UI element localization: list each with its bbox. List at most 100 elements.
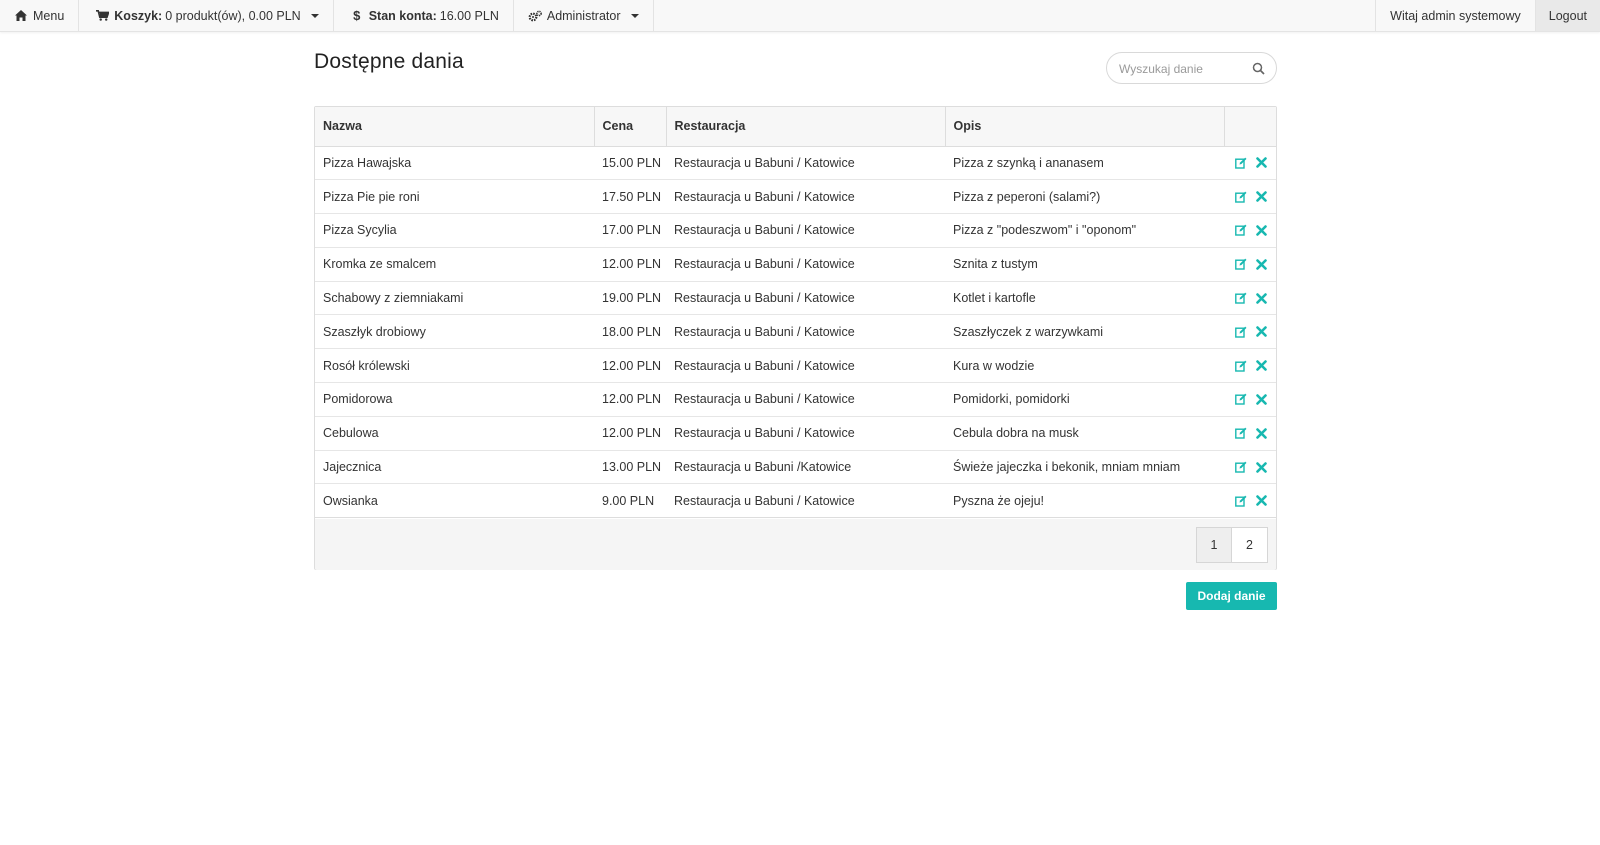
- navbar-right: Witaj admin systemowy Logout: [1375, 0, 1600, 31]
- cell-price: 17.00 PLN: [594, 213, 666, 248]
- cart-dropdown[interactable]: Koszyk: 0 produkt(ów), 0.00 PLN: [79, 0, 334, 31]
- welcome-text: Witaj admin systemowy: [1375, 0, 1535, 31]
- cell-actions: [1224, 281, 1276, 316]
- edit-icon[interactable]: [1234, 224, 1247, 237]
- add-dish-button[interactable]: Dodaj danie: [1186, 582, 1277, 610]
- row-actions: [1232, 156, 1268, 169]
- cell-name: Pizza Sycylia: [315, 213, 594, 248]
- column-header-name[interactable]: Nazwa: [315, 107, 595, 147]
- admin-dropdown[interactable]: Administrator: [514, 0, 654, 31]
- cell-restaurant: Restauracja u Babuni / Katowice: [666, 416, 945, 451]
- cell-actions: [1224, 348, 1276, 384]
- edit-icon[interactable]: [1234, 325, 1247, 338]
- top-navbar: Menu Koszyk: 0 produkt(ów), 0.00 PLN $ S…: [0, 0, 1600, 32]
- cell-description: Pizza z szynką i ananasem: [945, 146, 1224, 181]
- column-header-description[interactable]: Opis: [945, 107, 1225, 147]
- cell-restaurant: Restauracja u Babuni / Katowice: [666, 314, 945, 350]
- edit-icon[interactable]: [1234, 190, 1247, 203]
- cell-description: Pomidorki, pomidorki: [945, 382, 1224, 417]
- cell-description: Szaszłyczek z warzywkami: [945, 314, 1224, 350]
- cart-label: Koszyk:: [114, 8, 163, 23]
- delete-icon[interactable]: [1255, 325, 1268, 338]
- edit-icon[interactable]: [1234, 359, 1247, 372]
- search-box[interactable]: [1106, 52, 1277, 84]
- table-row[interactable]: Cebulowa 12.00 PLN Restauracja u Babuni / …: [315, 416, 1276, 451]
- row-actions: [1232, 359, 1268, 372]
- balance-item[interactable]: $ Stan konta: 16.00 PLN: [334, 0, 514, 31]
- edit-icon[interactable]: [1234, 292, 1247, 305]
- table-row[interactable]: Kromka ze smalcem 12.00 PLN Restauracja u …: [315, 247, 1276, 282]
- search-input[interactable]: [1119, 59, 1249, 79]
- column-header-restaurant[interactable]: Restauracja: [666, 107, 946, 147]
- cell-restaurant: Restauracja u Babuni / Katowice: [666, 146, 945, 181]
- column-header-actions: [1224, 107, 1276, 147]
- cell-price: 12.00 PLN: [594, 348, 666, 384]
- cell-restaurant: Restauracja u Babuni / Katowice: [666, 179, 945, 215]
- cell-name: Pizza Pie pie roni: [315, 179, 594, 215]
- cell-restaurant: Restauracja u Babuni / Katowice: [666, 213, 945, 248]
- edit-icon[interactable]: [1234, 156, 1247, 169]
- dishes-panel: Nazwa Cena Restauracja Opis Pizza Hawajs…: [314, 106, 1277, 570]
- menu-label: Menu: [33, 8, 65, 23]
- home-icon: [14, 9, 28, 23]
- cell-price: 18.00 PLN: [594, 314, 666, 350]
- page-title: Dostępne dania: [314, 50, 464, 73]
- cell-actions: [1224, 146, 1276, 181]
- welcome-label: Witaj admin systemowy: [1390, 8, 1521, 23]
- edit-icon[interactable]: [1234, 427, 1247, 440]
- menu-link[interactable]: Menu: [0, 0, 80, 31]
- row-actions: [1232, 325, 1268, 338]
- cell-name: Schabowy z ziemniakami: [315, 281, 594, 316]
- cell-restaurant: Restauracja u Babuni / Katowice: [666, 382, 945, 417]
- chevron-down-icon: [310, 13, 319, 18]
- column-header-price[interactable]: Cena: [594, 107, 667, 147]
- cell-price: 12.00 PLN: [594, 247, 666, 282]
- delete-icon[interactable]: [1255, 461, 1268, 474]
- cell-name: Jajecznica: [315, 450, 594, 485]
- delete-icon[interactable]: [1255, 190, 1268, 203]
- chevron-down-icon: [630, 13, 639, 18]
- cell-name: Szaszłyk drobiowy: [315, 314, 594, 350]
- delete-icon[interactable]: [1255, 156, 1268, 169]
- edit-icon[interactable]: [1234, 258, 1247, 271]
- dollar-icon: $: [353, 8, 361, 23]
- search-icon[interactable]: [1252, 62, 1266, 76]
- cell-price: 19.00 PLN: [594, 281, 666, 316]
- cell-restaurant: Restauracja u Babuni / Katowice: [666, 348, 945, 384]
- delete-icon[interactable]: [1255, 224, 1268, 237]
- edit-icon[interactable]: [1234, 494, 1247, 507]
- edit-icon[interactable]: [1234, 393, 1247, 406]
- page-button-2[interactable]: 2: [1232, 527, 1268, 563]
- delete-icon[interactable]: [1255, 427, 1268, 440]
- cell-description: Pizza z peperoni (salami?): [945, 179, 1224, 215]
- cell-actions: [1224, 179, 1276, 215]
- logout-link[interactable]: Logout: [1534, 0, 1600, 31]
- cell-name: Pizza Hawajska: [315, 146, 594, 181]
- table-row[interactable]: Pizza Sycylia 17.00 PLN Restauracja u Babu…: [315, 213, 1276, 248]
- table-row[interactable]: Szaszłyk drobiowy 18.00 PLN Restauracja u …: [315, 314, 1276, 350]
- pagination: 1 2: [1196, 527, 1268, 563]
- cell-description: Pyszna że ojeju!: [945, 483, 1224, 519]
- delete-icon[interactable]: [1255, 494, 1268, 507]
- table-row[interactable]: Owsianka 9.00 PLN Restauracja u Babuni / K…: [315, 483, 1276, 519]
- page-button-1[interactable]: 1: [1196, 527, 1232, 563]
- table-row[interactable]: Rosół królewski 12.00 PLN Restauracja u Ba…: [315, 348, 1276, 384]
- delete-icon[interactable]: [1255, 292, 1268, 305]
- table-row[interactable]: Jajecznica 13.00 PLN Restauracja u Babuni …: [315, 450, 1276, 485]
- admin-label: Administrator: [546, 8, 621, 23]
- balance-label: Stan konta:: [368, 8, 437, 23]
- table-row[interactable]: Schabowy z ziemniakami 19.00 PLN Restaurac…: [315, 281, 1276, 316]
- delete-icon[interactable]: [1255, 258, 1268, 271]
- table-row[interactable]: Pizza Pie pie roni 17.50 PLN Restauracja u…: [315, 179, 1276, 215]
- delete-icon[interactable]: [1255, 359, 1268, 372]
- table-row[interactable]: Pomidorowa 12.00 PLN Restauracja u Babuni …: [315, 382, 1276, 417]
- edit-icon[interactable]: [1234, 461, 1247, 474]
- cell-restaurant: Restauracja u Babuni / Katowice: [666, 247, 945, 282]
- cell-actions: [1224, 416, 1276, 451]
- table-row[interactable]: Pizza Hawajska 15.00 PLN Restauracja u Bab…: [315, 146, 1276, 181]
- cell-name: Cebulowa: [315, 416, 594, 451]
- cell-actions: [1224, 483, 1276, 519]
- cell-restaurant: Restauracja u Babuni / Katowice: [666, 483, 945, 519]
- delete-icon[interactable]: [1255, 393, 1268, 406]
- cell-description: Świeże jajeczka i bekonik, mniam mniam: [945, 450, 1224, 485]
